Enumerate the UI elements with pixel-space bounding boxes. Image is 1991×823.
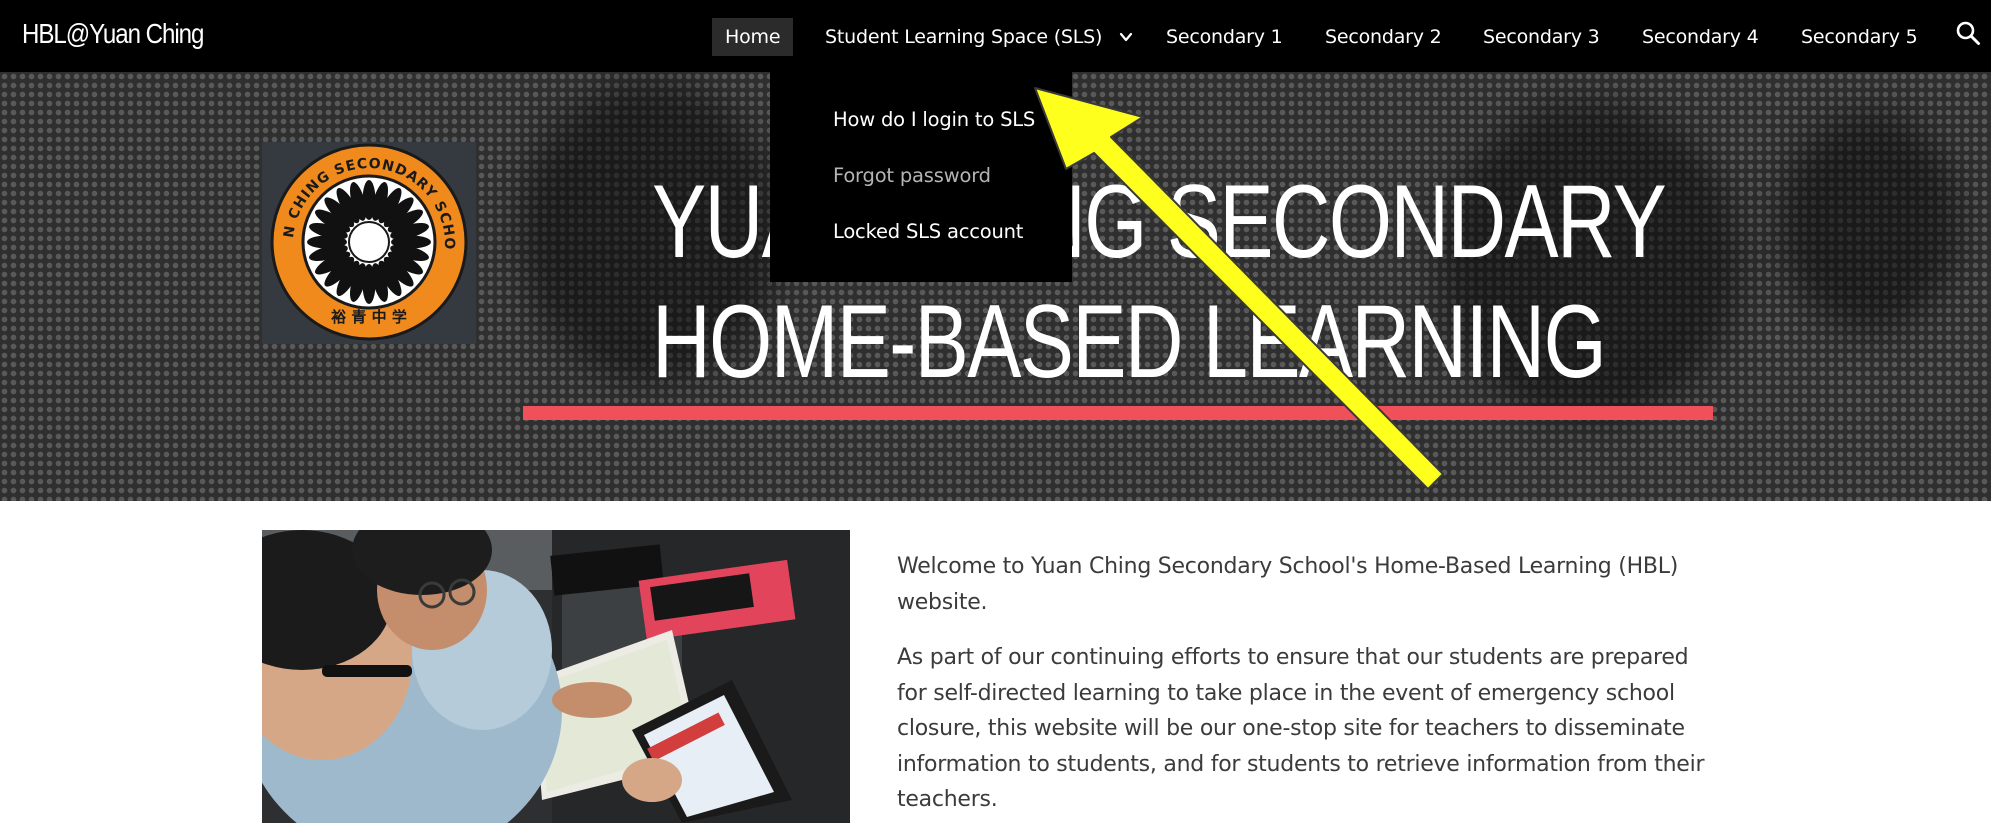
hero-underline [523,406,1713,420]
welcome-text: Welcome to Yuan Ching Secondary School's… [897,554,1679,615]
top-navigation-bar: HBL@Yuan Ching Home Student Learning Spa… [0,0,1991,72]
students-with-tablet-image [262,530,850,823]
nav-item-secondary-2[interactable]: Secondary 2 [1325,18,1442,56]
background-shade [1780,112,1960,332]
students-photo [262,530,850,823]
nav-item-sls[interactable]: Student Learning Space (SLS) [825,18,1102,56]
school-logo: YUAN CHING SECONDARY SCHOOL 裕 青 中 学 [255,130,476,344]
intro-paragraph: As part of our continuing efforts to ens… [897,645,1705,812]
hero-title-line-2: HOME-BASED LEARNING [652,284,1607,400]
search-icon[interactable] [1955,20,1981,46]
chevron-down-icon[interactable] [1118,30,1134,44]
nav-item-secondary-5[interactable]: Secondary 5 [1801,18,1918,56]
nav-item-home[interactable]: Home [712,18,794,56]
logo-motto: 裕 青 中 学 [330,308,407,326]
menu-item-locked-account[interactable]: Locked SLS account [833,220,1023,243]
menu-item-how-to-login[interactable]: How do I login to SLS [833,108,1035,131]
nav-item-secondary-4[interactable]: Secondary 4 [1642,18,1759,56]
nav-item-secondary-1[interactable]: Secondary 1 [1166,18,1283,56]
menu-item-forgot-password[interactable]: Forgot password [833,164,991,187]
nav-item-secondary-3[interactable]: Secondary 3 [1483,18,1600,56]
school-crest-icon: YUAN CHING SECONDARY SCHOOL 裕 青 中 学 [255,130,468,341]
main-nav: Home Student Learning Space (SLS) Second… [0,18,1991,56]
sls-dropdown-menu: How do I login to SLS Forgot password Lo… [770,72,1072,282]
